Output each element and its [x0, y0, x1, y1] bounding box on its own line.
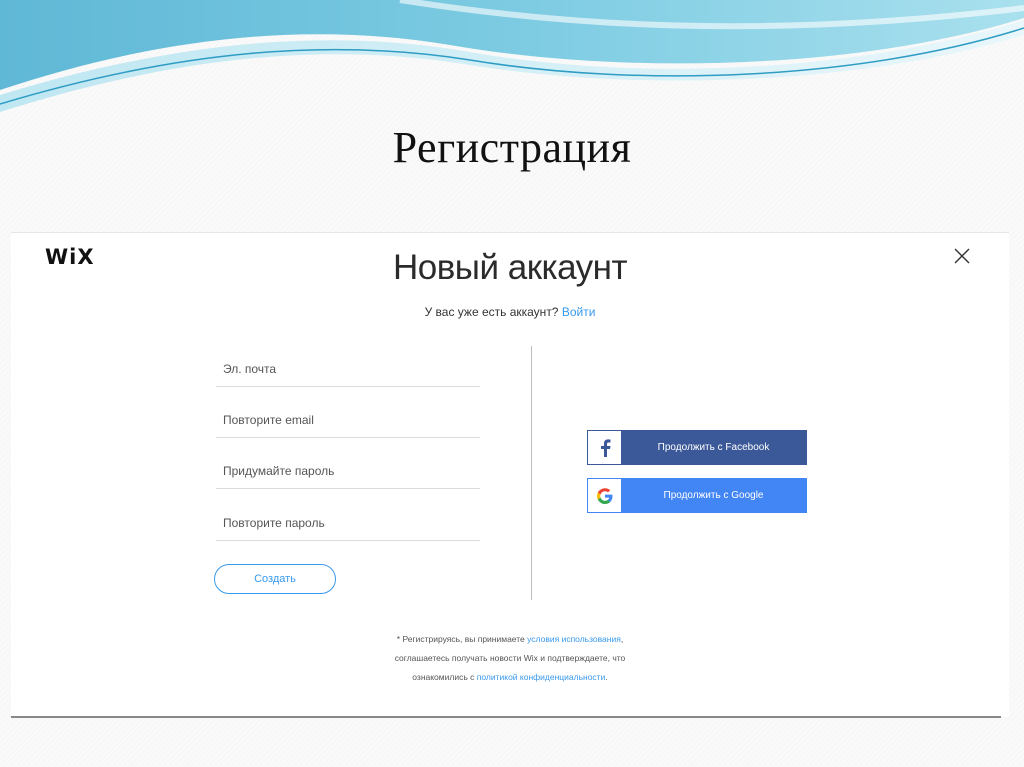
column-divider — [531, 346, 532, 600]
terms-text-5: . — [605, 672, 608, 682]
login-link[interactable]: Войти — [562, 305, 596, 319]
password-repeat-field[interactable] — [216, 505, 480, 541]
create-account-button[interactable]: Создать — [214, 564, 336, 594]
dialog-heading: Новый аккаунт — [392, 248, 628, 287]
google-icon — [596, 487, 612, 504]
terms-line-3: ознакомились с политикой конфиденциально… — [11, 668, 1009, 687]
have-account-text: У вас уже есть аккаунт? — [424, 305, 559, 319]
email-repeat-field[interactable] — [216, 402, 480, 438]
facebook-icon-box — [588, 431, 621, 464]
continue-with-facebook-button[interactable]: Продолжить с Facebook — [587, 430, 807, 465]
wave-decoration — [0, 0, 1024, 112]
screenshot-bottom-border — [11, 716, 1001, 718]
terms-of-use-link[interactable]: условия использования — [527, 634, 621, 644]
password-field[interactable] — [216, 453, 480, 489]
presentation-slide: Регистрация WiX Новый аккаунт У вас уже … — [0, 0, 1024, 767]
facebook-button-label: Продолжить с Facebook — [621, 431, 806, 464]
terms-notice: * Регистрируясь, вы принимаете условия и… — [11, 630, 1009, 687]
facebook-icon — [600, 438, 610, 457]
have-account-line: У вас уже есть аккаунт? Войти — [11, 305, 1009, 319]
terms-text-2: , — [620, 634, 624, 644]
google-button-label: Продолжить с Google — [621, 479, 806, 512]
continue-with-google-button[interactable]: Продолжить с Google — [587, 478, 807, 513]
terms-text-1: * Регистрируясь, вы принимаете — [396, 634, 525, 644]
email-field[interactable] — [216, 351, 480, 387]
terms-line-1: * Регистрируясь, вы принимаете условия и… — [11, 630, 1009, 649]
signup-dialog: WiX Новый аккаунт У вас уже есть аккаунт… — [11, 232, 1009, 717]
google-icon-box — [588, 479, 621, 512]
privacy-policy-link[interactable]: политикой конфиденциальности — [477, 672, 606, 682]
terms-text-4: ознакомились с — [412, 672, 475, 682]
slide-title: Регистрация — [392, 123, 632, 172]
terms-line-2: соглашаетесь получать новости Wix и подт… — [394, 653, 626, 663]
